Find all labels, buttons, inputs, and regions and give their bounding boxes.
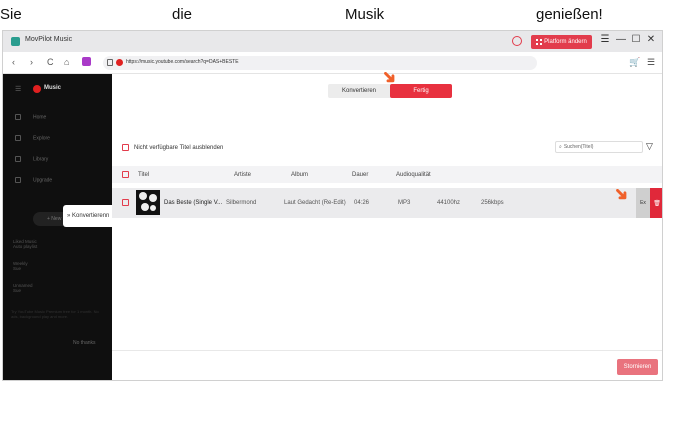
- track-sample-rate: 44100hz: [437, 200, 461, 206]
- address-bar: ‹ › C ⌂ https://music.youtube.com/search…: [3, 52, 662, 74]
- youtube-music-logo-icon: [33, 85, 41, 93]
- caption-4: genießen!: [536, 6, 603, 23]
- search-icon: ⌕: [559, 144, 562, 150]
- playlist-sub: Sue: [13, 288, 22, 293]
- no-thanks-link[interactable]: No thanks: [73, 340, 96, 346]
- library-icon: [15, 156, 21, 162]
- delete-button[interactable]: 🗑: [650, 188, 662, 218]
- caption-1: Sie: [0, 6, 22, 23]
- sidebar-item-upgrade[interactable]: Upgrade: [15, 177, 52, 183]
- tab-done[interactable]: Fertig: [390, 84, 452, 98]
- playlist-sub: Sue: [13, 266, 22, 271]
- sidebar-item-label: Home: [33, 114, 47, 121]
- trash-icon: 🗑: [653, 200, 661, 207]
- explore-icon: [15, 135, 21, 141]
- sidebar-item-explore[interactable]: Explore: [15, 135, 50, 141]
- sidebar-item-label: Library: [33, 156, 49, 163]
- close-icon[interactable]: ✕: [645, 34, 657, 45]
- queue-icon[interactable]: ☰: [647, 57, 655, 68]
- conversion-panel: Konvertieren Fertig ➜ Nicht verfügbare T…: [112, 65, 662, 380]
- forward-icon[interactable]: ›: [30, 57, 33, 67]
- cancel-button[interactable]: Stornieren: [617, 359, 658, 375]
- table-row[interactable]: Das Beste (Single V... Silbermond Laut G…: [112, 188, 662, 218]
- checkbox[interactable]: [122, 144, 129, 151]
- column-header: Titel: [138, 172, 150, 178]
- premium-note: Try YouTube Music Premium free for 1 mon…: [11, 309, 99, 319]
- home-icon[interactable]: ⌂: [64, 57, 69, 67]
- filter-icon[interactable]: ▽: [646, 142, 655, 151]
- sidebar-playlist[interactable]: Weekly Sue: [13, 261, 28, 271]
- track-duration: 04:26: [354, 200, 370, 206]
- home-nav-icon: [15, 114, 21, 120]
- table-header: Titel Artiste Album Dauer Audioqualität: [112, 166, 662, 183]
- hide-unavailable-label: Nicht verfügbare Titel ausblenden: [134, 144, 224, 151]
- caption-2: die: [172, 6, 193, 23]
- platform-change-button[interactable]: Platform ändern: [531, 35, 592, 49]
- playlist-sub: Auto playlist: [13, 244, 38, 249]
- platform-change-label: Platform ändern: [544, 39, 587, 45]
- app-title: MovPilot Music: [25, 36, 73, 43]
- column-header: Dauer: [352, 172, 369, 178]
- sidebar-logo-text: Music: [44, 85, 62, 91]
- track-format: MP3: [398, 200, 411, 206]
- url-text: https://music.youtube.com/search?q=DAS+B…: [126, 59, 239, 65]
- hamburger-icon[interactable]: ☰: [15, 85, 21, 93]
- album-cover: [136, 190, 160, 215]
- menu-icon[interactable]: ☰: [599, 34, 611, 45]
- footer-divider: [112, 350, 662, 351]
- hide-unavailable-toggle[interactable]: Nicht verfügbare Titel ausblenden: [122, 144, 223, 151]
- search-input[interactable]: ⌕ Suchen(Titel): [555, 141, 643, 153]
- column-header: Artiste: [234, 172, 252, 178]
- caption-3: Musik: [345, 6, 385, 23]
- app-window: MovPilot Music Platform ändern ☰ — ☐ ✕ ‹…: [2, 30, 663, 381]
- url-field[interactable]: https://music.youtube.com/search?q=DAS+B…: [103, 56, 537, 70]
- back-icon[interactable]: ‹: [12, 57, 15, 67]
- grid-icon: [536, 39, 543, 45]
- track-artist: Silbermond: [226, 200, 257, 206]
- row-checkbox[interactable]: [122, 199, 129, 206]
- sidebar-item-label: Upgrade: [33, 177, 53, 184]
- sidebar-item-library[interactable]: Library: [15, 156, 48, 162]
- reload-icon[interactable]: C: [47, 57, 54, 67]
- sidebar-item-home[interactable]: Home: [15, 114, 46, 120]
- app-logo-icon: [11, 37, 20, 46]
- title-bar: MovPilot Music Platform ändern ☰ — ☐ ✕: [3, 31, 662, 52]
- sidebar-playlist[interactable]: Liked Music Auto playlist: [13, 239, 37, 249]
- column-header: Album: [291, 172, 309, 178]
- sidebar-playlist[interactable]: Unnamed Sue: [13, 283, 33, 293]
- cart-icon[interactable]: 🛒: [629, 57, 640, 68]
- minimize-icon[interactable]: —: [615, 34, 627, 45]
- tooltip-label: Konvertierenn: [72, 213, 110, 219]
- track-title: Das Beste (Single V...: [164, 200, 223, 206]
- export-button[interactable]: Ex: [636, 188, 650, 218]
- column-header: Audioqualität: [396, 172, 431, 178]
- track-bitrate: 256kbps: [481, 200, 504, 206]
- track-album: Laut Gedacht (Re-Edit): [284, 200, 346, 206]
- upgrade-icon: [15, 177, 21, 183]
- youtube-icon: [116, 59, 123, 66]
- sidebar-item-label: Explore: [33, 135, 50, 142]
- lock-icon: [107, 59, 113, 66]
- maximize-icon[interactable]: ☐: [630, 34, 642, 45]
- convert-tooltip[interactable]: » Konvertierenn: [63, 205, 115, 227]
- tab-convert[interactable]: Konvertieren: [328, 84, 390, 98]
- search-placeholder: Suchen(Titel): [563, 144, 594, 150]
- extension-icon[interactable]: [82, 57, 91, 66]
- user-icon[interactable]: [512, 36, 522, 46]
- youtube-music-sidebar: ☰ Music Home Explore Library Upgrade + N…: [3, 74, 112, 380]
- select-all-checkbox[interactable]: [122, 171, 129, 178]
